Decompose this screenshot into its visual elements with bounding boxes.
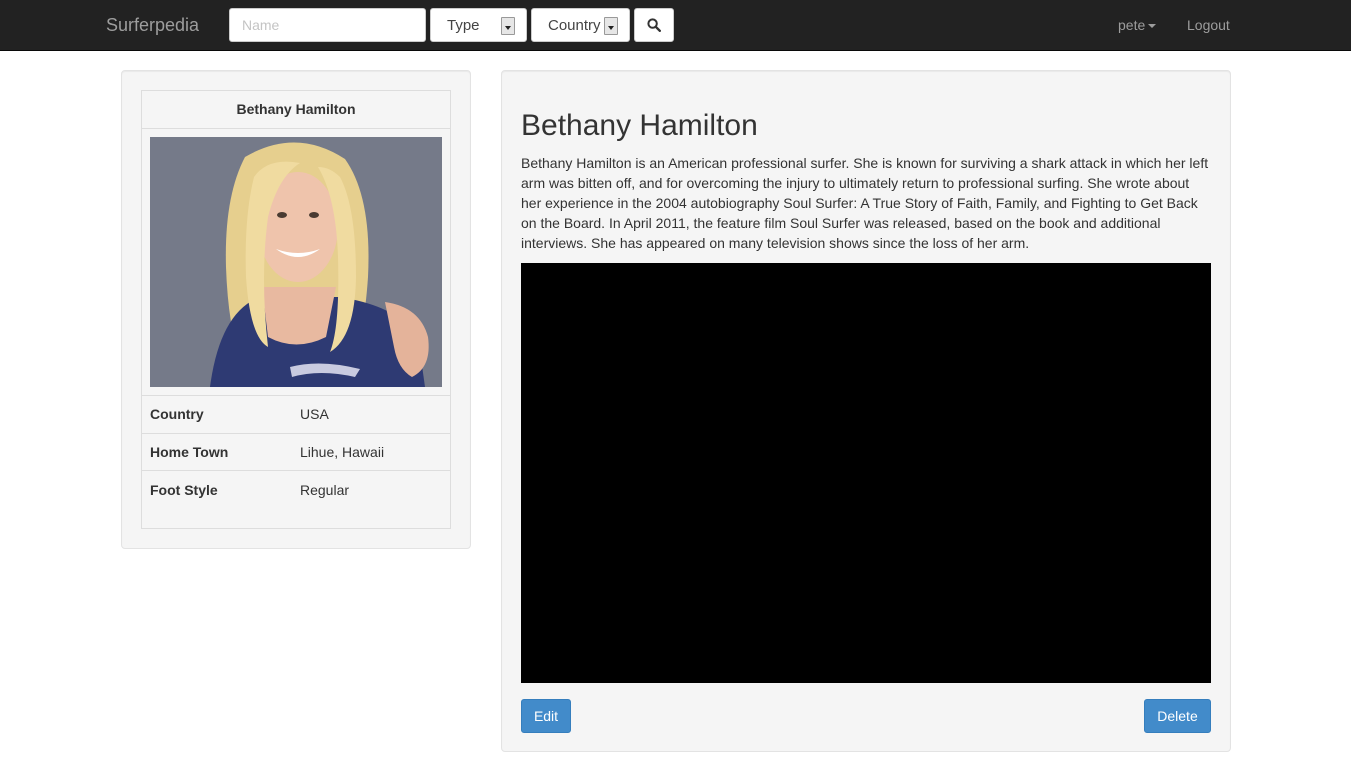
name-search-input[interactable] bbox=[229, 8, 426, 42]
detail-value: USA bbox=[300, 406, 329, 423]
type-select-label: Type bbox=[447, 16, 480, 34]
detail-label: Home Town bbox=[150, 443, 229, 460]
video-player[interactable] bbox=[521, 263, 1211, 683]
delete-button[interactable]: Delete bbox=[1144, 699, 1211, 733]
edit-button[interactable]: Edit bbox=[521, 699, 571, 733]
detail-label: Foot Style bbox=[150, 481, 218, 498]
detail-value: Regular bbox=[300, 481, 350, 498]
photo-cell bbox=[142, 129, 450, 396]
user-menu[interactable]: pete bbox=[1118, 15, 1157, 35]
dropdown-arrow-icon bbox=[501, 17, 515, 35]
search-icon bbox=[647, 18, 661, 32]
detail-row-foot-style: Foot Style Regular bbox=[142, 471, 450, 509]
page-title: Bethany Hamilton bbox=[521, 109, 758, 142]
profile-photo bbox=[150, 137, 442, 387]
caret-down-icon bbox=[1148, 24, 1157, 29]
profile-table: Bethany Hamilton Country USA Home Town L… bbox=[141, 90, 451, 529]
country-select[interactable]: Country bbox=[531, 8, 630, 42]
search-button[interactable] bbox=[634, 8, 674, 42]
type-select[interactable]: Type bbox=[430, 8, 527, 42]
user-name: pete bbox=[1118, 17, 1146, 33]
brand-link[interactable]: Surferpedia bbox=[106, 13, 199, 37]
detail-row-country: Country USA bbox=[142, 396, 450, 434]
detail-value: Lihue, Hawaii bbox=[300, 443, 385, 460]
profile-name: Bethany Hamilton bbox=[142, 91, 450, 129]
logout-link[interactable]: Logout bbox=[1187, 15, 1230, 35]
country-select-label: Country bbox=[548, 16, 601, 34]
dropdown-arrow-icon bbox=[604, 17, 618, 35]
bio-text: Bethany Hamilton is an American professi… bbox=[521, 155, 1209, 251]
detail-row-home-town: Home Town Lihue, Hawaii bbox=[142, 434, 450, 471]
detail-label: Country bbox=[150, 406, 204, 423]
top-navbar: Surferpedia Type Country pete Logout bbox=[0, 0, 1351, 51]
